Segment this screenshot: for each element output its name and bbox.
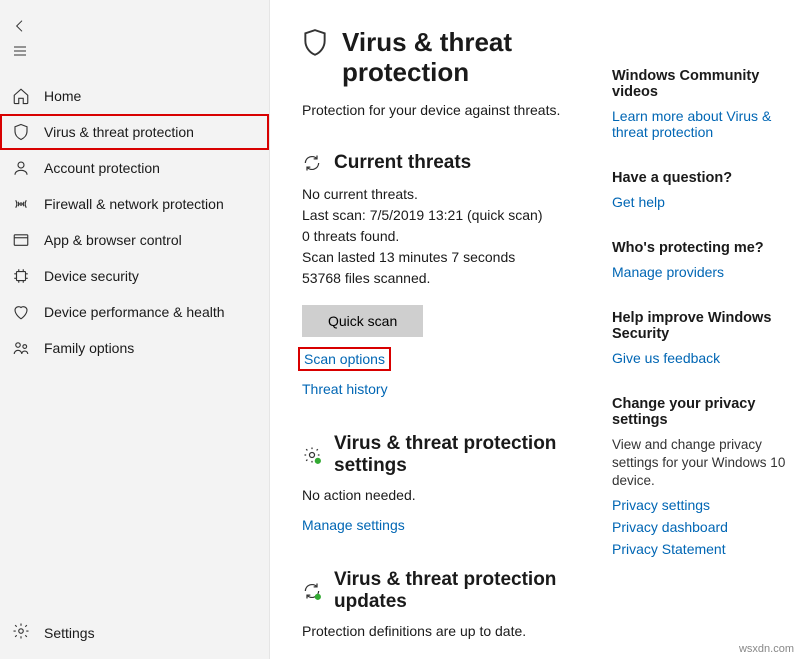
nav-list: Home Virus & threat protection Account p… xyxy=(0,78,269,366)
get-help-link[interactable]: Get help xyxy=(612,194,665,210)
threat-history-link[interactable]: Threat history xyxy=(302,381,388,397)
quick-scan-button[interactable]: Quick scan xyxy=(302,305,423,337)
status-line: No current threats. xyxy=(302,184,602,205)
privacy-settings-link[interactable]: Privacy settings xyxy=(612,497,710,513)
nav-label: Account protection xyxy=(44,160,160,176)
privacy-block: Change your privacy settings View and ch… xyxy=(612,396,800,557)
question-heading: Have a question? xyxy=(612,170,800,186)
shield-icon xyxy=(302,28,328,61)
heart-icon xyxy=(12,303,30,321)
vtp-settings-status: No action needed. xyxy=(302,487,602,503)
chip-icon xyxy=(12,267,30,285)
hamburger-menu-button[interactable] xyxy=(12,43,257,62)
content-column: Virus & threat protection Protection for… xyxy=(302,28,602,659)
nav-label: Device performance & health xyxy=(44,304,225,320)
privacy-text: View and change privacy settings for you… xyxy=(612,436,800,491)
community-link[interactable]: Learn more about Virus & threat protecti… xyxy=(612,108,800,140)
nav-device-security[interactable]: Device security xyxy=(0,258,269,294)
nav-label: Device security xyxy=(44,268,139,284)
nav-app-browser-control[interactable]: App & browser control xyxy=(0,222,269,258)
browser-icon xyxy=(12,231,30,249)
nav-label: App & browser control xyxy=(44,232,182,248)
back-button[interactable] xyxy=(12,18,257,37)
threat-status: No current threats. Last scan: 7/5/2019 … xyxy=(302,184,602,289)
community-videos-block: Windows Community videos Learn more abou… xyxy=(612,68,800,140)
protecting-block: Who's protecting me? Manage providers xyxy=(612,240,800,280)
vtp-updates-heading: Virus & threat protection updates xyxy=(334,569,602,613)
nav-label: Virus & threat protection xyxy=(44,124,194,140)
status-line: 0 threats found. xyxy=(302,226,602,247)
main-area: Virus & threat protection Protection for… xyxy=(270,0,800,659)
home-icon xyxy=(12,87,30,105)
shield-icon xyxy=(12,123,30,141)
vtp-settings-section: Virus & threat protection settings No ac… xyxy=(302,433,602,533)
person-icon xyxy=(12,159,30,177)
status-line: Scan lasted 13 minutes 7 seconds xyxy=(302,247,602,268)
privacy-dashboard-link[interactable]: Privacy dashboard xyxy=(612,519,728,535)
vtp-settings-heading: Virus & threat protection settings xyxy=(334,433,602,477)
update-icon xyxy=(302,581,322,601)
watermark: wsxdn.com xyxy=(739,643,794,655)
privacy-heading: Change your privacy settings xyxy=(612,396,800,428)
nav-label: Firewall & network protection xyxy=(44,196,224,212)
improve-heading: Help improve Windows Security xyxy=(612,310,800,342)
page-header: Virus & threat protection xyxy=(302,28,602,88)
nav-virus-threat-protection[interactable]: Virus & threat protection xyxy=(0,114,269,150)
vtp-updates-status: Protection definitions are up to date. xyxy=(302,623,602,639)
aside-column: Windows Community videos Learn more abou… xyxy=(602,28,800,659)
community-heading: Windows Community videos xyxy=(612,68,800,100)
nav-settings[interactable]: Settings xyxy=(0,610,269,659)
feedback-link[interactable]: Give us feedback xyxy=(612,350,720,366)
nav-home[interactable]: Home xyxy=(0,78,269,114)
current-threats-section: Current threats No current threats. Last… xyxy=(302,152,602,397)
privacy-statement-link[interactable]: Privacy Statement xyxy=(612,541,726,557)
question-block: Have a question? Get help xyxy=(612,170,800,210)
vtp-updates-section: Virus & threat protection updates Protec… xyxy=(302,569,602,639)
nav-family-options[interactable]: Family options xyxy=(0,330,269,366)
page-subtitle: Protection for your device against threa… xyxy=(302,102,602,118)
nav-label: Home xyxy=(44,88,81,104)
manage-providers-link[interactable]: Manage providers xyxy=(612,264,724,280)
family-icon xyxy=(12,339,30,357)
improve-block: Help improve Windows Security Give us fe… xyxy=(612,310,800,366)
settings-label: Settings xyxy=(44,625,95,641)
gear-icon xyxy=(12,622,30,643)
nav-account-protection[interactable]: Account protection xyxy=(0,150,269,186)
status-line: Last scan: 7/5/2019 13:21 (quick scan) xyxy=(302,205,602,226)
nav-firewall-network-protection[interactable]: Firewall & network protection xyxy=(0,186,269,222)
scan-options-link[interactable]: Scan options xyxy=(302,351,387,367)
current-threats-heading: Current threats xyxy=(334,152,471,174)
protecting-heading: Who's protecting me? xyxy=(612,240,800,256)
top-controls xyxy=(0,8,269,78)
antenna-icon xyxy=(12,195,30,213)
manage-settings-link[interactable]: Manage settings xyxy=(302,517,405,533)
nav-label: Family options xyxy=(44,340,134,356)
page-title: Virus & threat protection xyxy=(342,28,602,88)
settings-gear-icon xyxy=(302,445,322,465)
status-line: 53768 files scanned. xyxy=(302,268,602,289)
scan-icon xyxy=(302,153,322,173)
sidebar-spacer xyxy=(0,366,269,610)
sidebar: Home Virus & threat protection Account p… xyxy=(0,0,270,659)
nav-device-performance-health[interactable]: Device performance & health xyxy=(0,294,269,330)
